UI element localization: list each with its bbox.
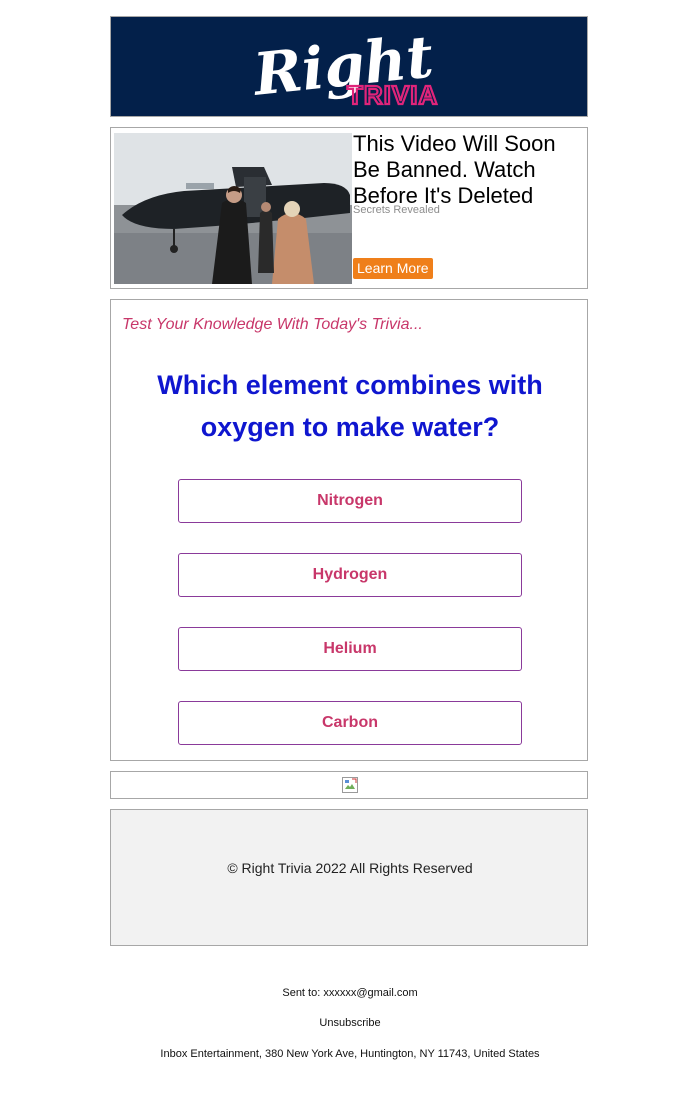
learn-more-button[interactable]: Learn More (353, 258, 433, 279)
email-page: Right TRIVIA This Video Will Soon Be Ban… (0, 0, 700, 1100)
sent-to-email[interactable]: xxxxxx@gmail.com (323, 987, 417, 999)
header-banner: Right TRIVIA (110, 16, 588, 117)
trivia-card: Test Your Knowledge With Today's Trivia.… (110, 299, 588, 761)
sponsored-ad[interactable]: This Video Will Soon Be Banned. Watch Be… (110, 127, 588, 289)
image-banner[interactable] (110, 771, 588, 799)
trivia-question: Which element combines with oxygen to ma… (157, 370, 543, 442)
copyright-text: © Right Trivia 2022 All Rights Reserved (227, 860, 473, 876)
ad-source: Secrets Revealed (353, 204, 440, 216)
answer-button-nitrogen[interactable]: Nitrogen (178, 479, 522, 523)
logo-sub: TRIVIA (347, 80, 438, 110)
unsubscribe-link[interactable]: Unsubscribe (0, 1017, 700, 1029)
answer-button-helium[interactable]: Helium (178, 627, 522, 671)
ad-title[interactable]: This Video Will Soon Be Banned. Watch Be… (353, 131, 585, 209)
sent-to-line: Sent to: xxxxxx@gmail.com (0, 987, 700, 999)
footer-box: © Right Trivia 2022 All Rights Reserved (110, 809, 588, 946)
trivia-intro: Test Your Knowledge With Today's Trivia.… (122, 316, 423, 333)
sent-to-label: Sent to: (282, 987, 321, 999)
broken-image-icon[interactable] (342, 777, 358, 793)
ad-image[interactable] (114, 133, 352, 284)
answer-button-carbon[interactable]: Carbon (178, 701, 522, 745)
answer-button-hydrogen[interactable]: Hydrogen (178, 553, 522, 597)
private-jet-photo (114, 133, 352, 284)
right-trivia-logo[interactable]: Right TRIVIA (111, 17, 587, 116)
sender-address: Inbox Entertainment, 380 New York Ave, H… (160, 1048, 540, 1060)
